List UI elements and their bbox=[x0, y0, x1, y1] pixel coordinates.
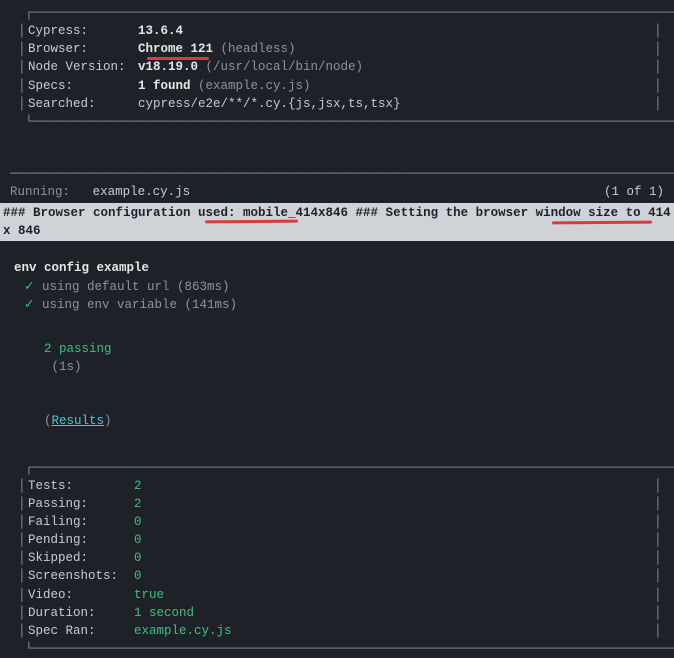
test-item: ✓ using env variable (141ms) bbox=[24, 296, 664, 314]
test-text: using env variable bbox=[42, 298, 177, 312]
results-link[interactable]: Results bbox=[52, 414, 105, 428]
test-text: using default url bbox=[42, 280, 170, 294]
header-extra: (headless) bbox=[213, 40, 296, 58]
test-time: (141ms) bbox=[185, 298, 238, 312]
results-value: 0 bbox=[134, 513, 142, 531]
test-item: ✓ using default url (863ms) bbox=[24, 278, 664, 296]
header-row: │ Cypress:13.6.4│ bbox=[18, 22, 664, 40]
results-row: │ Skipped:0│ bbox=[18, 549, 664, 567]
running-line: Running: example.cy.js (1 of 1) bbox=[10, 183, 664, 201]
header-value: v18.19.0 bbox=[138, 58, 198, 76]
header-row: │ Browser:Chrome 121 (headless)│ bbox=[18, 40, 664, 58]
results-label: Spec Ran: bbox=[28, 622, 134, 640]
header-row: │ Specs:1 found (example.cy.js)│ bbox=[18, 77, 664, 95]
running-spec: example.cy.js bbox=[93, 185, 191, 199]
header-extra: (example.cy.js) bbox=[191, 77, 311, 95]
test-time: (863ms) bbox=[177, 280, 230, 294]
results-label: Screenshots: bbox=[28, 567, 134, 585]
results-label: Failing: bbox=[28, 513, 134, 531]
header-row: │ Searched:cypress/e2e/**/*.cy.{js,jsx,t… bbox=[18, 95, 664, 113]
results-row: │ Spec Ran:example.cy.js│ bbox=[18, 622, 664, 640]
header-value: cypress/e2e/**/*.cy.{js,jsx,ts,tsx} bbox=[138, 95, 401, 113]
running-label: Running: bbox=[10, 185, 70, 199]
running-counter: (1 of 1) bbox=[604, 183, 664, 201]
header-value: 13.6.4 bbox=[138, 22, 183, 40]
header-label: Node Version: bbox=[28, 58, 138, 76]
header-label: Specs: bbox=[28, 77, 138, 95]
header-row: │ Node Version:v18.19.0 (/usr/local/bin/… bbox=[18, 58, 664, 76]
header-label: Browser: bbox=[28, 40, 138, 58]
results-value: true bbox=[134, 586, 164, 604]
results-link-line: (Results) bbox=[10, 394, 664, 448]
annotation-underline-browser bbox=[147, 57, 209, 60]
header-label: Searched: bbox=[28, 95, 138, 113]
results-value: 2 bbox=[134, 477, 142, 495]
header-value: 1 found bbox=[138, 77, 191, 95]
results-label: Duration: bbox=[28, 604, 134, 622]
header-value: Chrome 121 bbox=[138, 40, 213, 58]
box-border-bottom-3: └───────────────────────────────────────… bbox=[10, 640, 664, 658]
results-row: │ Passing:2│ bbox=[18, 495, 664, 513]
suite-title: env config example bbox=[10, 259, 664, 277]
header-extra: (/usr/local/bin/node) bbox=[198, 58, 363, 76]
results-value: 2 bbox=[134, 495, 142, 513]
tests-block: env config example ✓ using default url (… bbox=[0, 241, 674, 448]
box-border-top: ┌───────────────────────────────────────… bbox=[10, 4, 664, 22]
box-border-top-3: ┌───────────────────────────────────────… bbox=[10, 459, 664, 477]
results-value: 0 bbox=[134, 549, 142, 567]
results-value: 0 bbox=[134, 567, 142, 585]
results-value: example.cy.js bbox=[134, 622, 232, 640]
check-icon: ✓ bbox=[24, 280, 34, 294]
header-label: Cypress: bbox=[28, 22, 138, 40]
passing-summary: 2 passing (1s) bbox=[10, 322, 664, 395]
running-block: ────────────────────────────────────────… bbox=[0, 161, 674, 201]
results-row: │ Pending:0│ bbox=[18, 531, 664, 549]
results-block: ┌───────────────────────────────────────… bbox=[0, 449, 674, 658]
results-row: │ Video:true│ bbox=[18, 586, 664, 604]
results-label: Passing: bbox=[28, 495, 134, 513]
results-label: Skipped: bbox=[28, 549, 134, 567]
results-value: 0 bbox=[134, 531, 142, 549]
results-row: │ Duration:1 second│ bbox=[18, 604, 664, 622]
results-label: Tests: bbox=[28, 477, 134, 495]
check-icon: ✓ bbox=[24, 298, 34, 312]
box-border-bottom: └───────────────────────────────────────… bbox=[10, 113, 664, 131]
results-row: │ Tests:2│ bbox=[18, 477, 664, 495]
results-value: 1 second bbox=[134, 604, 194, 622]
header-block: ┌───────────────────────────────────────… bbox=[0, 0, 674, 131]
results-label: Pending: bbox=[28, 531, 134, 549]
results-row: │ Screenshots:0│ bbox=[18, 567, 664, 585]
results-row: │ Failing:0│ bbox=[18, 513, 664, 531]
results-label: Video: bbox=[28, 586, 134, 604]
box-border-top-2: ────────────────────────────────────────… bbox=[10, 165, 664, 183]
